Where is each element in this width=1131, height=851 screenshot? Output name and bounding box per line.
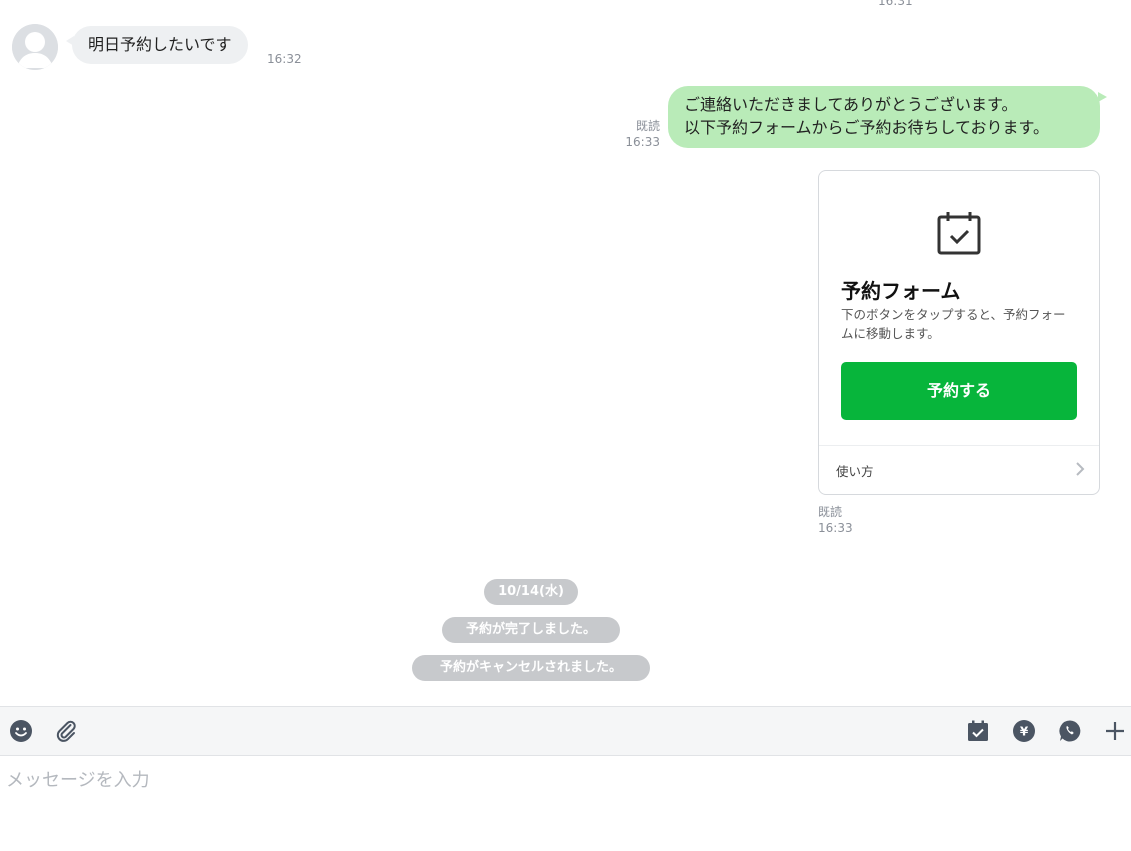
- date-separator: 10/14(水): [484, 579, 578, 605]
- reserve-button[interactable]: 予約する: [841, 362, 1077, 420]
- emoji-icon[interactable]: [9, 719, 33, 743]
- calendar-check-icon[interactable]: [966, 719, 990, 743]
- previous-message-time: 16:31: [878, 0, 913, 8]
- chevron-right-icon: [1076, 462, 1085, 476]
- outgoing-message-line-2: 以下予約フォームからご予約お待ちしております。: [684, 118, 1049, 137]
- message-input-area: [0, 756, 1131, 851]
- card-description: 下のボタンをタップすると、予約フォームに移動します。: [841, 307, 1066, 341]
- card-title: 予約フォーム: [841, 279, 961, 303]
- avatar[interactable]: [12, 24, 58, 70]
- card-message-meta: 既読 16:33: [808, 504, 853, 536]
- user-silhouette-icon: [12, 24, 58, 70]
- svg-text:¥: ¥: [1020, 725, 1029, 739]
- call-icon[interactable]: [1058, 719, 1082, 743]
- incoming-message-text: 明日予約したいです: [88, 35, 232, 54]
- reservation-form-card: 予約フォーム 下のボタンをタップすると、予約フォームに移動します。 予約する 使…: [818, 170, 1100, 495]
- chat-window: 16:31 明日予約したいです 16:32 既読 16:33 ご連絡いただきまし…: [0, 0, 1131, 851]
- system-message-reservation-completed: 予約が完了しました。: [442, 617, 620, 643]
- incoming-message-bubble: 明日予約したいです: [66, 26, 248, 64]
- message-toolbar: ¥: [0, 706, 1131, 756]
- yen-icon[interactable]: ¥: [1012, 719, 1036, 743]
- outgoing-message-line-1: ご連絡いただきましてありがとうございます。: [684, 95, 1018, 114]
- plus-icon[interactable]: [1103, 719, 1127, 743]
- incoming-message-time: 16:32: [267, 52, 302, 66]
- system-message-reservation-cancelled: 予約がキャンセルされました。: [412, 655, 650, 681]
- outgoing-message-meta: 既読 16:33: [620, 118, 660, 150]
- how-to-use-link[interactable]: 使い方: [819, 446, 1099, 494]
- attachment-icon[interactable]: [54, 719, 78, 743]
- read-receipt: 既読: [635, 119, 660, 133]
- read-receipt: 既読: [818, 505, 843, 519]
- card-message-time: 16:33: [818, 521, 853, 535]
- calendar-check-icon: [937, 212, 981, 255]
- outgoing-message-time: 16:33: [625, 135, 660, 149]
- message-input[interactable]: [6, 766, 1106, 794]
- how-to-use-label: 使い方: [836, 464, 874, 479]
- outgoing-message-bubble: ご連絡いただきましてありがとうございます。 以下予約フォームからご予約お待ちして…: [668, 86, 1107, 148]
